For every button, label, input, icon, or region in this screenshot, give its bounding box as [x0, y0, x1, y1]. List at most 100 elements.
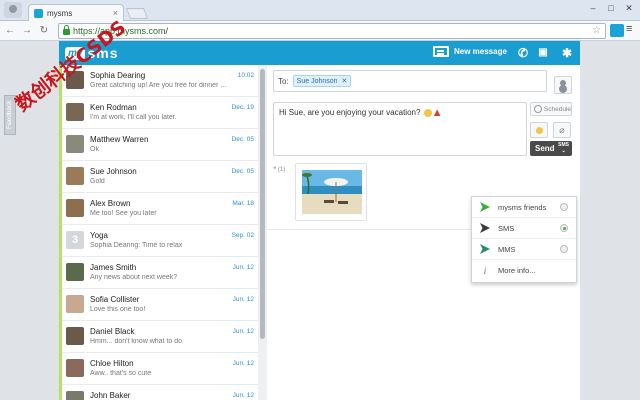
message-date: Mar. 18	[232, 200, 254, 207]
message-date: Jun. 12	[232, 328, 254, 335]
emoji-button[interactable]	[530, 122, 548, 138]
profile-icon[interactable]	[4, 2, 22, 18]
menu-item-label: SMS	[498, 223, 515, 233]
message-input[interactable]: Hi Sue, are you enjoying your vacation?	[273, 102, 527, 156]
conversation-item[interactable]: Sofia Collister Love this one too! Jun. 12	[62, 289, 258, 321]
feedback-tab[interactable]: Feedback	[4, 95, 16, 135]
avatar: 3	[66, 231, 84, 249]
conversation-item[interactable]: Matthew Warren Ok Dec. 05	[62, 129, 258, 161]
message-preview: I'm at work, I'll call you later.	[90, 114, 177, 121]
message-date: Dec. 05	[231, 168, 254, 175]
avatar	[66, 135, 84, 153]
menu-item-more-info[interactable]: i More info...	[472, 260, 576, 281]
logo-my: my	[65, 46, 86, 60]
send-arrow-teal-icon	[480, 244, 490, 254]
avatar	[66, 263, 84, 281]
phone-icon[interactable]: ✆	[515, 45, 531, 61]
bookmark-star-icon[interactable]: ☆	[592, 25, 601, 36]
schedule-button[interactable]: Schedule	[530, 102, 572, 116]
browser-toolbar: ← → ↻ https://app.mysms.com / ☆ ≡	[0, 21, 640, 41]
menu-item-mms[interactable]: MMS	[472, 239, 576, 260]
schedule-label: Schedule	[543, 105, 571, 113]
menu-item-label: MMS	[498, 244, 516, 254]
send-mode-indicator[interactable]: SMS ⌄	[558, 142, 569, 154]
browser-menu-icon[interactable]: ≡	[626, 23, 632, 35]
browser-titlebar: mysms × – □ ✕	[0, 0, 640, 21]
gear-icon[interactable]: ✱	[559, 45, 575, 61]
beach-photo-image	[302, 170, 362, 214]
recipient-chip[interactable]: Sue Johnson ✕	[292, 75, 352, 87]
contact-name: Sue Johnson	[90, 167, 137, 176]
tab-title: mysms	[47, 8, 73, 18]
message-date: Dec. 05	[231, 136, 254, 143]
contact-name: Daniel Black	[90, 327, 135, 336]
chat-bubbles-icon[interactable]: ▣	[535, 45, 551, 61]
message-preview: Love this one too!	[90, 306, 146, 313]
attach-button[interactable]: ⌀	[553, 122, 571, 138]
forward-button[interactable]: →	[20, 24, 34, 38]
recipient-field[interactable]: To: Sue Johnson ✕	[273, 70, 547, 92]
maximize-button[interactable]: □	[604, 3, 618, 13]
mysms-favicon-icon	[34, 8, 43, 18]
avatar	[66, 167, 84, 185]
mysms-extension-icon[interactable]	[610, 24, 624, 37]
conversation-item[interactable]: Sue Johnson Gold Dec. 05	[62, 161, 258, 193]
new-tab-button[interactable]	[125, 8, 149, 19]
conversation-item[interactable]: James Smith Any news about next week? Jun.…	[62, 257, 258, 289]
lock-icon	[63, 25, 70, 35]
beach-photo[interactable]	[302, 170, 362, 214]
window-controls: – □ ✕	[586, 3, 636, 13]
message-date: Sep. 02	[231, 232, 254, 239]
radio-mms[interactable]	[560, 245, 568, 253]
minimize-button[interactable]: –	[586, 3, 600, 13]
message-date: Jun. 12	[232, 296, 254, 303]
radio-sms[interactable]	[560, 224, 568, 232]
conversation-item[interactable]: 3 Yoga Sophia Dearing: Time to relax Sep. 0…	[62, 225, 258, 257]
mysms-logo: my sms	[65, 45, 118, 61]
menu-item-sms[interactable]: SMS	[472, 218, 576, 239]
url-host: https://app.mysms.com	[73, 26, 166, 36]
remove-recipient-icon[interactable]: ✕	[342, 77, 348, 85]
add-contact-button[interactable]	[554, 76, 572, 94]
list-scrollbar-thumb[interactable]	[260, 69, 265, 339]
conversation-item[interactable]: Sophia Dearing Great catching up! Are you…	[62, 65, 258, 97]
to-label: To:	[278, 76, 289, 86]
paperclip-icon: ⌀	[559, 125, 565, 135]
reload-button[interactable]: ↻	[37, 24, 51, 38]
conversation-item[interactable]: John Baker Jun. 12	[62, 385, 258, 400]
contact-name: Chloe Hilton	[90, 359, 134, 368]
conversation-item[interactable]: Daniel Black Hmm... don't know what to do…	[62, 321, 258, 353]
address-bar[interactable]: https://app.mysms.com / ☆	[58, 23, 606, 39]
conversation-item[interactable]: Ken Rodman I'm at work, I'll call you lat…	[62, 97, 258, 129]
url-path: /	[165, 26, 169, 36]
radio-mysms-friends[interactable]	[560, 203, 568, 211]
message-date: 10:02	[237, 72, 254, 79]
contact-name: James Smith	[90, 263, 137, 272]
contact-name: Ken Rodman	[90, 103, 137, 112]
sailboat-emoji-icon	[433, 109, 441, 117]
avatar	[66, 199, 84, 217]
conversation-item[interactable]: Alex Brown Me too! See you later Mar. 18	[62, 193, 258, 225]
back-button[interactable]: ←	[3, 24, 17, 38]
contact-name: Sophia Dearing	[90, 71, 146, 80]
menu-item-mysms-friends[interactable]: mysms friends	[472, 197, 576, 218]
message-preview: Hmm... don't know what to do	[90, 338, 182, 345]
app-header: my sms New message ✆ ▣ ✱	[59, 41, 580, 65]
mms-message-bubble[interactable]	[295, 163, 367, 221]
contact-name: Sofia Collister	[90, 295, 140, 304]
send-button[interactable]: Send SMS ⌄	[530, 141, 572, 156]
compose-icon	[433, 46, 449, 57]
conversation-item[interactable]: Chloe Hilton Aww.. that's so cute Jun. 12	[62, 353, 258, 385]
more-info-label: More info...	[498, 266, 536, 275]
browser-tab[interactable]: mysms ×	[28, 4, 124, 21]
new-message-button[interactable]: New message	[433, 46, 507, 57]
message-preview: Ok	[90, 146, 99, 153]
close-window-button[interactable]: ✕	[622, 3, 636, 13]
message-date: Jun. 12	[232, 392, 254, 399]
avatar	[66, 71, 84, 89]
tab-close-icon[interactable]: ×	[113, 8, 118, 18]
avatar	[66, 359, 84, 377]
avatar	[66, 391, 84, 400]
send-arrow-green-icon	[480, 202, 490, 212]
message-preview: Aww.. that's so cute	[90, 370, 152, 377]
